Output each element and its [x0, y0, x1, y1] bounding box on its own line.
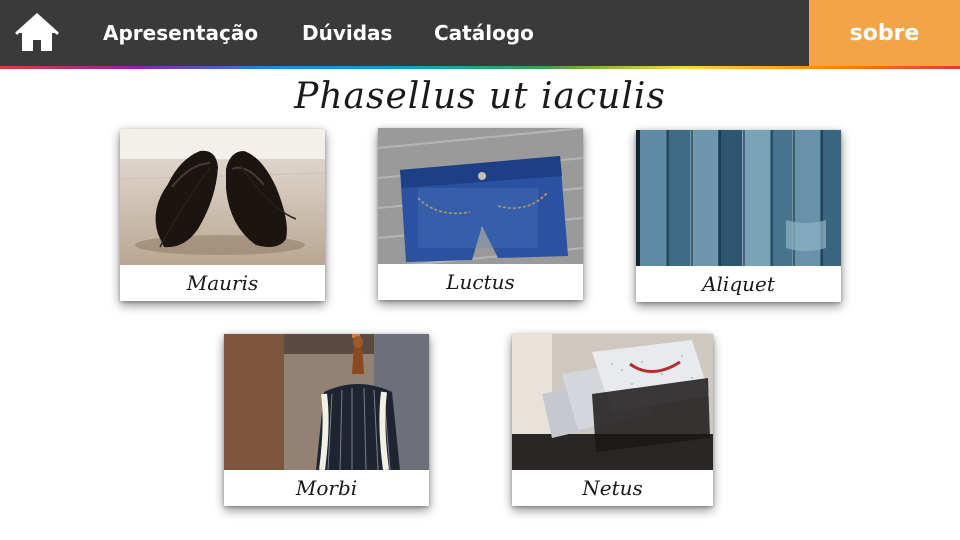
catalog-card-netus[interactable]: Netus: [512, 334, 713, 506]
top-nav-bar: Apresentação Dúvidas Catálogo sobre: [0, 0, 960, 66]
page-title: Phasellus ut iaculis: [294, 76, 666, 117]
catalog-card-aliquet[interactable]: Aliquet: [636, 130, 841, 302]
card-label: Aliquet: [702, 272, 775, 296]
card-label: Mauris: [186, 271, 259, 295]
rainbow-divider: [0, 66, 960, 69]
card-image-dress-shirts: [512, 334, 713, 470]
nav-apresentacao[interactable]: Apresentação: [103, 20, 258, 46]
card-image-denim-shorts: [378, 128, 583, 264]
nav-duvidas[interactable]: Dúvidas: [302, 20, 392, 46]
card-label: Morbi: [295, 476, 358, 500]
card-image-mannequin: [224, 334, 429, 470]
card-label: Netus: [582, 476, 643, 500]
nav-catalogo[interactable]: Catálogo: [434, 20, 534, 46]
card-image-hanging-jeans: [636, 130, 841, 266]
catalog-card-mauris[interactable]: Mauris: [120, 129, 325, 301]
home-button[interactable]: [14, 12, 60, 54]
catalog-card-morbi[interactable]: Morbi: [224, 334, 429, 506]
card-image-shoes: [120, 129, 325, 265]
sobre-button[interactable]: sobre: [809, 0, 960, 66]
home-icon: [15, 13, 59, 51]
card-label: Luctus: [446, 270, 515, 294]
catalog-card-luctus[interactable]: Luctus: [378, 128, 583, 300]
